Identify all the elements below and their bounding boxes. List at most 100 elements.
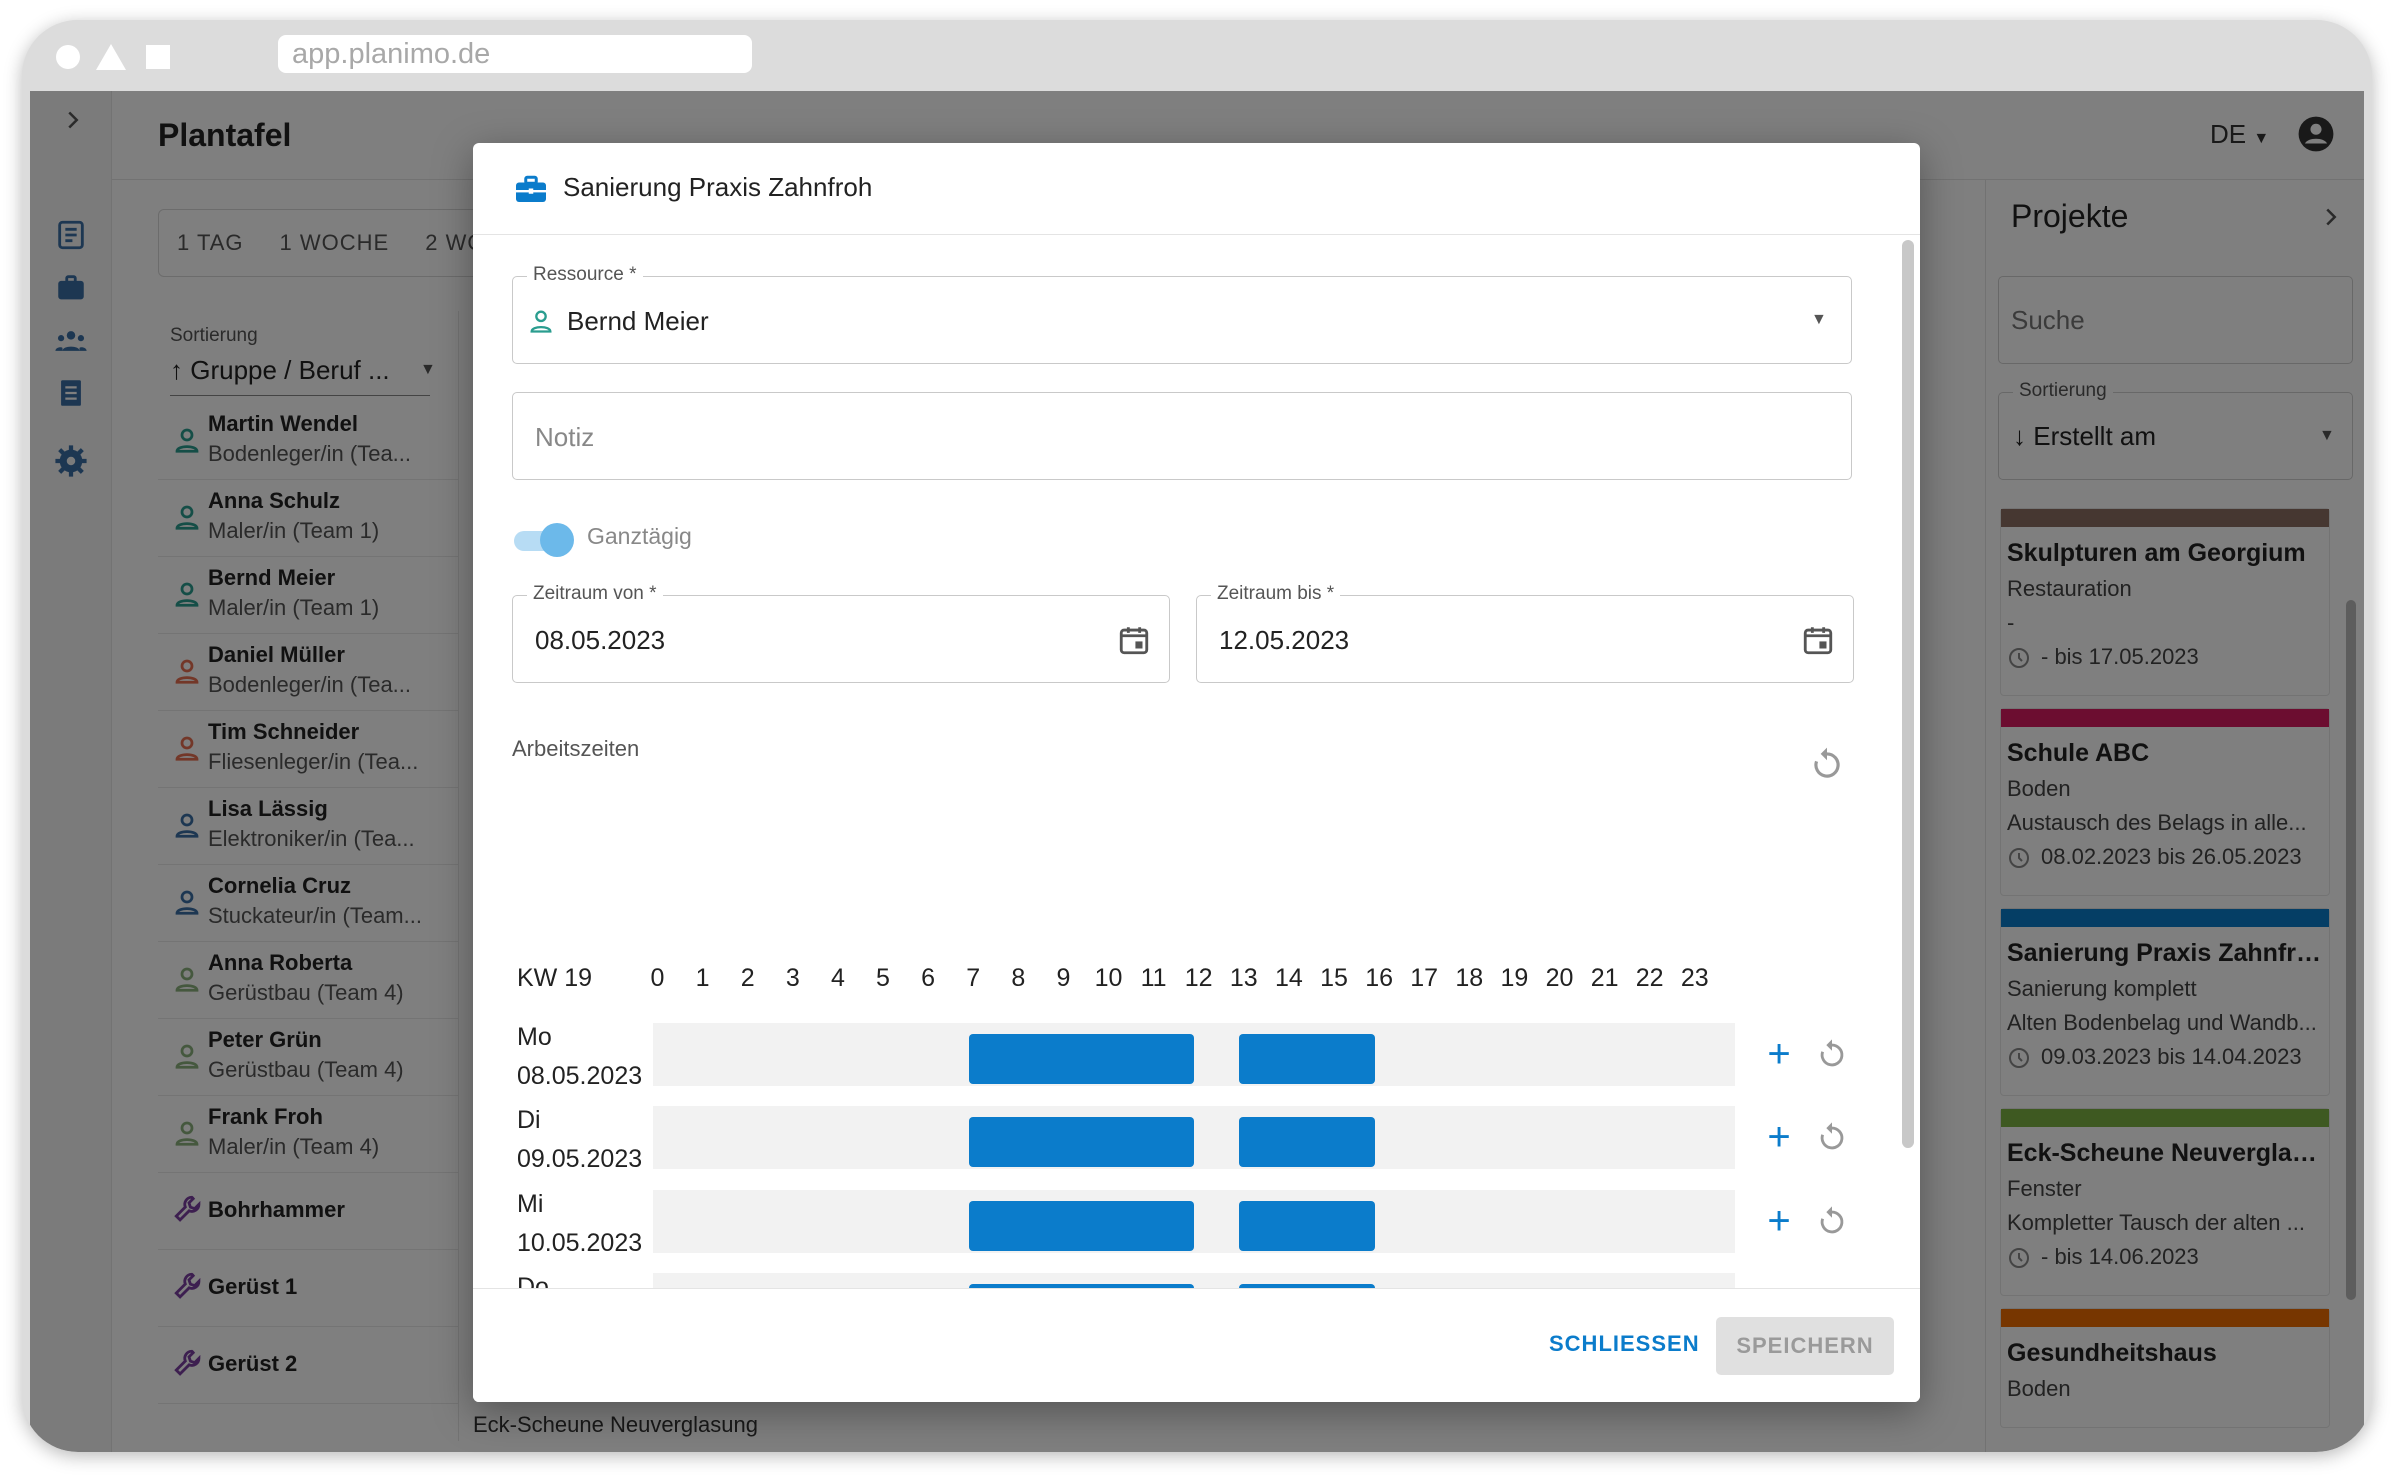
planboard-nav-icon[interactable] xyxy=(54,218,88,252)
calendar-icon[interactable] xyxy=(1117,623,1151,657)
tab-1-week[interactable]: 1 WOCHE xyxy=(262,210,408,276)
account-icon[interactable] xyxy=(2297,115,2335,153)
work-time-block[interactable] xyxy=(968,1117,1195,1168)
date-from-field[interactable]: Zeitraum von * 08.05.2023 xyxy=(512,583,1170,683)
language-select[interactable]: DE ▼ xyxy=(2210,119,2269,150)
settings-nav-icon[interactable] xyxy=(54,444,88,478)
work-time-block[interactable] xyxy=(968,1034,1195,1084)
project-dates: - bis 17.05.2023 xyxy=(2041,644,2199,669)
sort-select[interactable]: Sortierung ↑ Gruppe / Beruf ... ▼ xyxy=(158,311,458,401)
resource-name: Bernd Meier xyxy=(208,565,336,590)
resource-row[interactable]: Daniel Müller Bodenleger/in (Tea... xyxy=(158,634,458,711)
project-card[interactable]: Skulpturen am Georgium Restauration - - bis… xyxy=(2000,508,2330,696)
projects-nav-icon[interactable] xyxy=(54,271,88,305)
allday-toggle[interactable] xyxy=(514,523,574,557)
project-description: Alten Bodenbelag und Wandb... xyxy=(2007,1010,2317,1035)
resource-role: Gerüstbau (Team 4) xyxy=(208,980,404,1005)
work-time-block[interactable] xyxy=(968,1200,1195,1251)
resource-name: Peter Grün xyxy=(208,1027,322,1052)
resource-row[interactable]: Cornelia Cruz Stuckateur/in (Team... xyxy=(158,865,458,942)
person-icon xyxy=(172,887,202,917)
project-color-bar xyxy=(2001,909,2329,927)
url-bar[interactable]: app.planimo.de xyxy=(278,35,752,73)
resource-row[interactable]: Anna Schulz Maler/in (Team 1) xyxy=(158,480,458,557)
hour-label: 14 xyxy=(1274,964,1303,992)
day-timeline-track[interactable] xyxy=(653,1189,1735,1253)
day-timeline-track[interactable] xyxy=(653,1106,1735,1170)
person-icon xyxy=(172,425,202,455)
day-name: Di xyxy=(517,1106,541,1135)
reset-day-icon[interactable] xyxy=(1815,1038,1851,1074)
resource-name: Tim Schneider xyxy=(208,719,360,744)
window-close-dot[interactable] xyxy=(56,45,80,69)
add-time-icon[interactable]: + xyxy=(1761,1117,1797,1157)
expand-nav-icon[interactable] xyxy=(58,105,88,135)
person-icon xyxy=(172,1118,202,1148)
person-icon xyxy=(172,964,202,994)
day-date: 10.05.2023 xyxy=(517,1228,643,1257)
team-nav-icon[interactable] xyxy=(54,324,88,358)
resource-row[interactable]: Peter Grün Gerüstbau (Team 4) xyxy=(158,1019,458,1096)
project-dates-row: 09.03.2023 bis 14.04.2023 xyxy=(2007,1044,2323,1070)
projects-scrollbar[interactable] xyxy=(2346,600,2356,1300)
work-time-block[interactable] xyxy=(1239,1200,1375,1251)
reports-nav-icon[interactable] xyxy=(54,376,88,410)
window-minimize-dot[interactable] xyxy=(96,44,126,70)
project-card[interactable]: Eck-Scheune Neuverglas... Fenster Komplett… xyxy=(2000,1108,2330,1296)
resource-label: Ressource * xyxy=(527,264,643,286)
project-category: Boden xyxy=(2007,1376,2071,1401)
work-time-block[interactable] xyxy=(1239,1034,1375,1084)
day-date: 08.05.2023 xyxy=(517,1062,643,1090)
tool-row[interactable]: Bohrhammer xyxy=(158,1173,458,1250)
hour-label: 11 xyxy=(1140,964,1167,992)
project-search-input[interactable]: Suche xyxy=(1998,276,2353,364)
clock-icon xyxy=(2007,644,2041,669)
resource-row[interactable]: Bernd Meier Maler/in (Team 1) xyxy=(158,557,458,634)
clock-icon xyxy=(2007,844,2041,869)
project-card[interactable]: Schule ABC Boden Austausch des Belags in a… xyxy=(2000,708,2330,896)
resource-row[interactable]: Frank Froh Maler/in (Team 4) xyxy=(158,1096,458,1173)
reset-day-icon[interactable] xyxy=(1815,1205,1851,1241)
resource-row[interactable]: Tim Schneider Fliesenleger/in (Tea... xyxy=(158,711,458,788)
project-card[interactable]: Sanierung Praxis Zahnfroh Sanierung kompl… xyxy=(2000,908,2330,1096)
clock-icon xyxy=(2007,1044,2041,1069)
resource-row[interactable]: Martin Wendel Bodenleger/in (Tea... xyxy=(158,403,458,480)
project-category: Sanierung komplett xyxy=(2007,976,2197,1001)
hour-label: 16 xyxy=(1365,964,1393,992)
save-button[interactable]: SPEICHERN xyxy=(1716,1317,1894,1375)
hour-label: 4 xyxy=(830,964,845,992)
resource-select[interactable]: Ressource * Bernd Meier ▼ xyxy=(512,264,1852,364)
date-from-value: 08.05.2023 xyxy=(535,625,666,655)
project-card[interactable]: Gesundheitshaus Boden xyxy=(2000,1308,2330,1428)
worktimes-label: Arbeitszeiten xyxy=(512,736,640,761)
tool-row[interactable]: Gerüst 1 xyxy=(158,1250,458,1327)
close-button[interactable]: SCHLIESSEN xyxy=(1537,1325,1712,1363)
sort-label: Sortierung xyxy=(170,325,258,346)
hour-label: 6 xyxy=(921,964,936,992)
hour-label: 19 xyxy=(1500,964,1529,992)
project-title: Gesundheitshaus xyxy=(2007,1339,2217,1367)
dialog-scrollbar[interactable] xyxy=(1902,240,1914,1148)
day-timeline-track[interactable] xyxy=(653,1023,1735,1086)
chevron-right-icon[interactable] xyxy=(2316,202,2346,232)
work-time-block[interactable] xyxy=(1239,1117,1375,1168)
date-to-field[interactable]: Zeitraum bis * 12.05.2023 xyxy=(1196,583,1854,683)
project-title: Skulpturen am Georgium xyxy=(2007,539,2306,567)
calendar-icon[interactable] xyxy=(1801,623,1835,657)
briefcase-icon xyxy=(513,172,549,208)
reset-all-icon[interactable] xyxy=(1808,746,1846,784)
wrench-icon xyxy=(172,1270,202,1300)
resource-row[interactable]: Anna Roberta Gerüstbau (Team 4) xyxy=(158,942,458,1019)
add-time-icon[interactable]: + xyxy=(1761,1201,1797,1241)
window-maximize-dot[interactable] xyxy=(146,45,170,69)
project-sort-select[interactable]: Sortierung ↓ Erstellt am ▼ xyxy=(1998,380,2353,480)
hour-label: 10 xyxy=(1094,964,1123,992)
reset-day-icon[interactable] xyxy=(1815,1121,1851,1157)
resource-name: Frank Froh xyxy=(208,1104,323,1129)
add-time-icon[interactable]: + xyxy=(1761,1034,1797,1074)
note-field[interactable]: Notiz xyxy=(512,392,1852,480)
resource-row[interactable]: Lisa Lässig Elektroniker/in (Tea... xyxy=(158,788,458,865)
hour-label: 21 xyxy=(1590,964,1619,992)
tab-1-day[interactable]: 1 TAG xyxy=(159,210,262,276)
tool-row[interactable]: Gerüst 2 xyxy=(158,1327,458,1404)
